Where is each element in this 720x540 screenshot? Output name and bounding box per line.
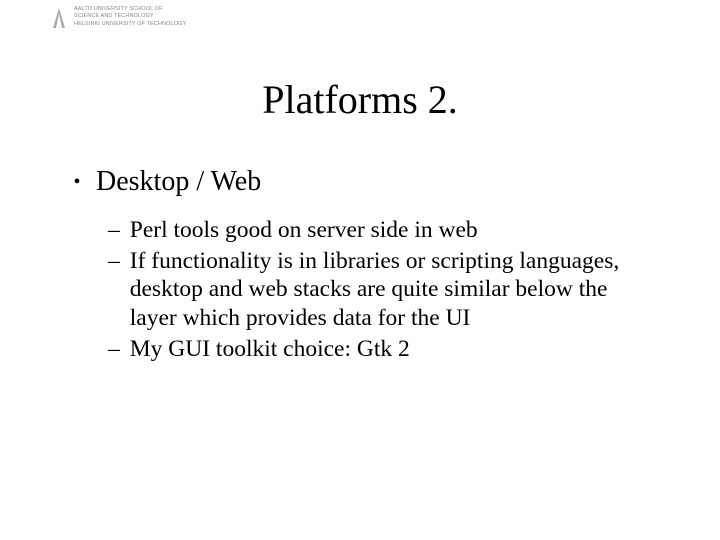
bullet-level2-text: My GUI toolkit choice: Gtk 2 [130, 335, 660, 364]
bullet-dash-icon: – [108, 335, 120, 364]
bullet-level2: – My GUI toolkit choice: Gtk 2 [108, 335, 660, 364]
bullet-dot-icon: • [70, 172, 84, 192]
slide: AALTO UNIVERSITY SCHOOL OF SCIENCE AND T… [0, 0, 720, 540]
bullet-level2-text: Perl tools good on server side in web [130, 216, 660, 245]
bullet-dash-icon: – [108, 216, 120, 245]
bullet-level2: – If functionality is in libraries or sc… [108, 247, 660, 333]
bullet-level1-text: Desktop / Web [96, 166, 261, 198]
bullet-dash-icon: – [108, 247, 120, 276]
bullet-level2: – Perl tools good on server side in web [108, 216, 660, 245]
header-logo-block: AALTO UNIVERSITY SCHOOL OF SCIENCE AND T… [50, 6, 186, 30]
bullet-level2-text: If functionality is in libraries or scri… [130, 247, 660, 333]
logo-icon [50, 6, 68, 30]
affiliation-text: AALTO UNIVERSITY SCHOOL OF SCIENCE AND T… [74, 6, 186, 28]
slide-body: • Desktop / Web – Perl tools good on ser… [70, 166, 660, 365]
bullet-level1: • Desktop / Web [70, 166, 660, 198]
slide-title: Platforms 2. [0, 76, 720, 123]
